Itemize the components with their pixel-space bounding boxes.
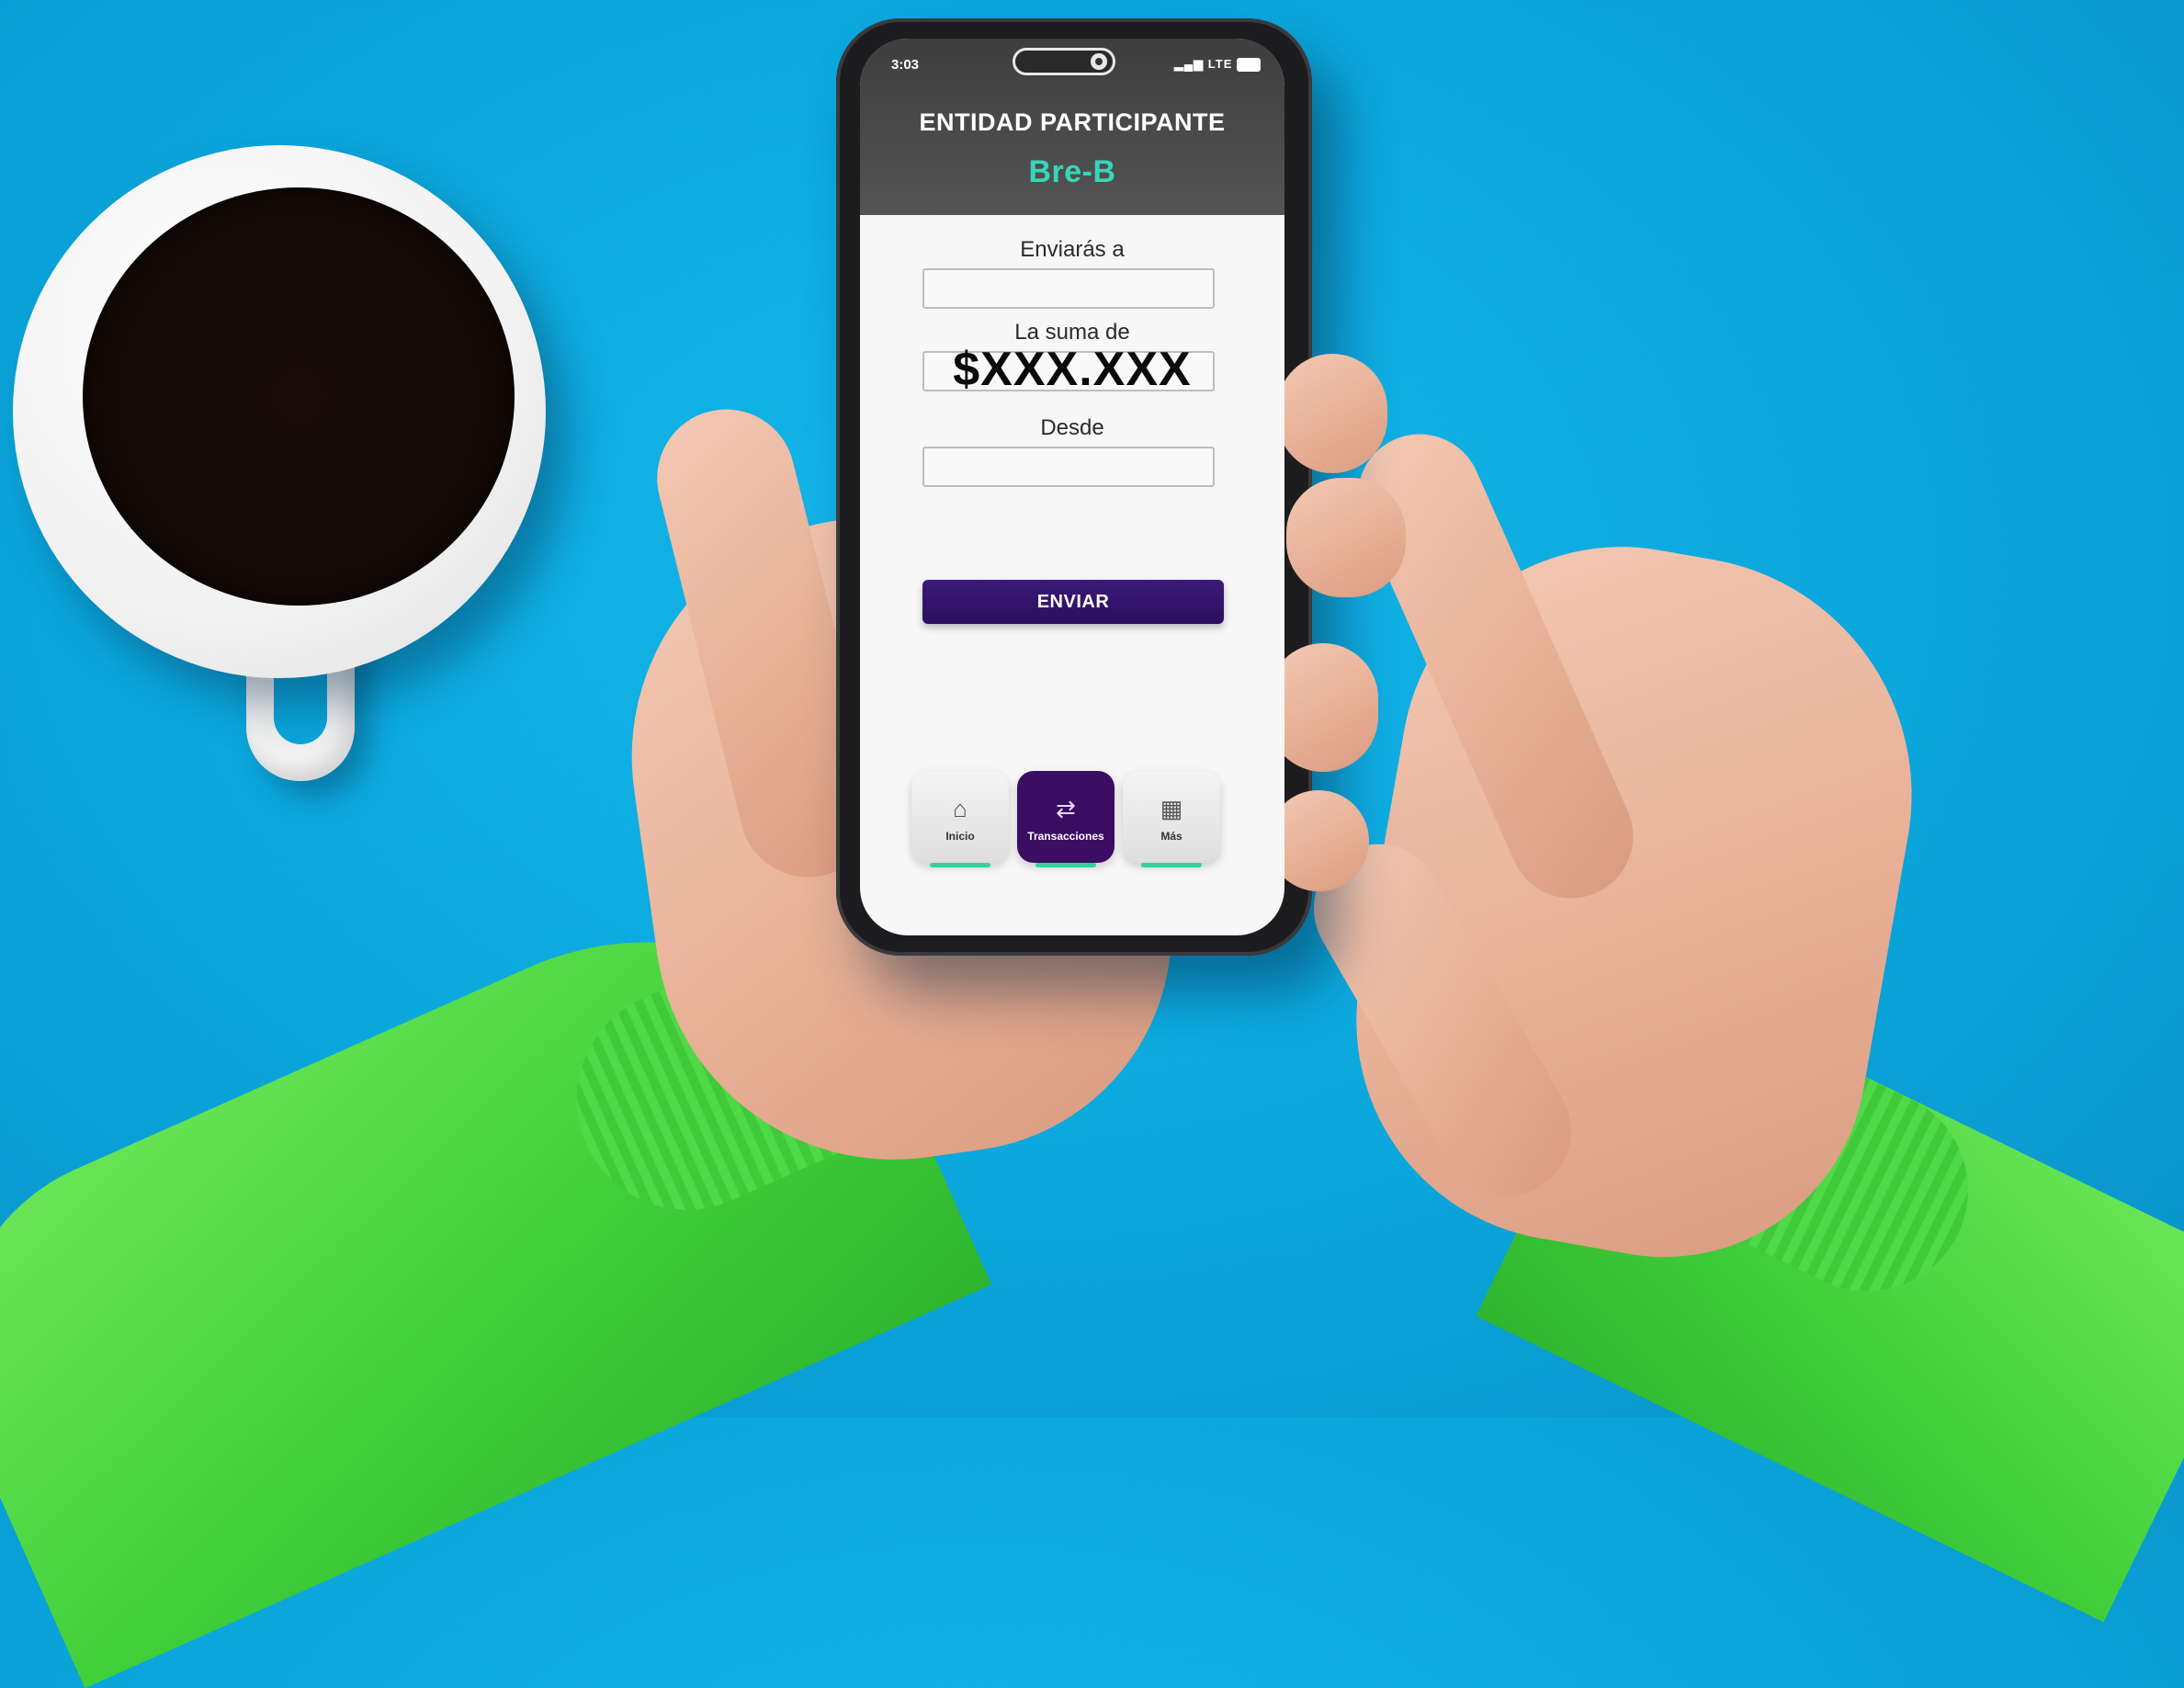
amount-value: $XXX.XXX: [953, 343, 1192, 396]
nav-item-transacciones[interactable]: ⇄ Transacciones: [1017, 771, 1115, 863]
source-input[interactable]: [922, 447, 1215, 487]
page-title: ENTIDAD PARTICIPANTE: [919, 108, 1226, 136]
signal-icon: ▂▄▆: [1173, 57, 1205, 71]
nav-indicator: [930, 863, 990, 867]
nav-indicator: [1141, 863, 1202, 867]
nav-label: Más: [1160, 830, 1183, 843]
source-label: Desde: [1040, 415, 1104, 440]
dynamic-island: [1013, 48, 1115, 75]
left-finger: [1268, 643, 1378, 772]
home-icon: ⌂: [953, 795, 968, 822]
app-header: 3:03 ▂▄▆ LTE ENTIDAD PARTICIPANTE Bre-B: [860, 39, 1284, 215]
network-label: LTE: [1207, 57, 1233, 71]
camera-icon: [1091, 53, 1107, 70]
send-button[interactable]: ENVIAR: [922, 580, 1224, 624]
left-finger: [1277, 354, 1387, 473]
coffee: [83, 187, 515, 606]
brand-logo: Bre-B: [1028, 154, 1116, 189]
battery-icon: [1237, 58, 1261, 73]
nav-indicator: [1035, 863, 1096, 867]
nav-label: Transacciones: [1027, 830, 1104, 843]
left-finger: [1286, 478, 1406, 597]
phone-screen: 3:03 ▂▄▆ LTE ENTIDAD PARTICIPANTE Bre-B …: [860, 39, 1284, 935]
money-transfer-icon: ⇄: [1056, 795, 1076, 822]
grid-icon: ▦: [1160, 795, 1183, 822]
recipient-label: Enviarás a: [1020, 237, 1125, 262]
nav-item-mas[interactable]: ▦ Más: [1123, 771, 1220, 863]
nav-item-inicio[interactable]: ⌂ Inicio: [911, 771, 1009, 863]
status-icons: ▂▄▆ LTE: [1173, 57, 1261, 73]
nav-label: Inicio: [945, 830, 975, 843]
recipient-input[interactable]: [922, 268, 1215, 309]
status-time: 3:03: [891, 57, 920, 73]
